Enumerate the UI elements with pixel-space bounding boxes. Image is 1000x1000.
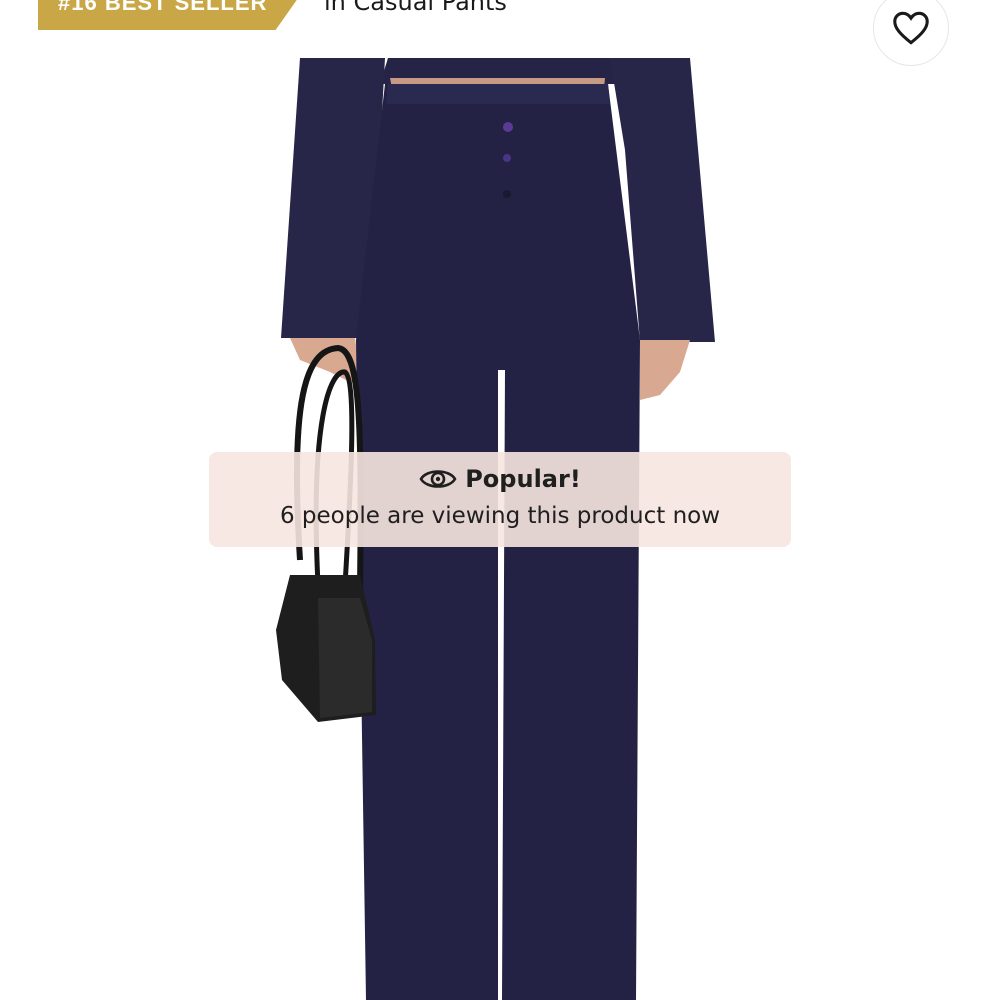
button [503,122,513,132]
button [503,190,511,198]
popular-title: Popular! [465,465,581,493]
button [503,154,511,162]
category-text[interactable]: in Casual Pants [324,0,507,16]
right-hand [640,340,690,400]
popular-banner: Popular! 6 people are viewing this produ… [209,452,791,547]
eye-icon [419,470,457,488]
heart-icon [893,11,929,45]
best-seller-label: #16 BEST SELLER [58,0,268,15]
popular-subtitle: 6 people are viewing this product now [279,503,721,529]
